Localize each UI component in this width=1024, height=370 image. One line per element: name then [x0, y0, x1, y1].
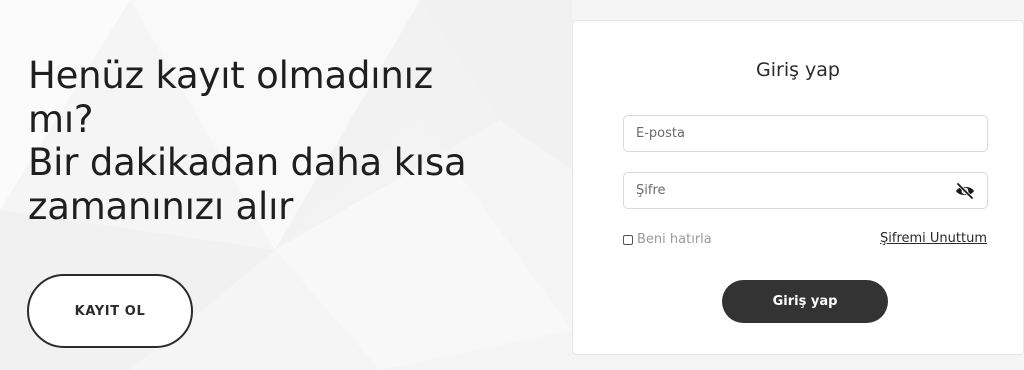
promo-heading: Henüz kayıt olmadınız mı? Bir dakikadan da… — [28, 54, 518, 228]
remember-me[interactable]: Beni hatırla — [623, 232, 712, 247]
login-submit-button[interactable]: Giriş yap — [722, 280, 888, 323]
password-field — [623, 172, 988, 209]
email-field — [623, 115, 988, 152]
login-title: Giriş yap — [756, 59, 840, 81]
page: Henüz kayıt olmadınız mı? Bir dakikadan da… — [0, 0, 1024, 370]
promo-section: Henüz kayıt olmadınız mı? Bir dakikadan da… — [28, 54, 548, 228]
promo-heading-line1: Henüz kayıt olmadınız — [28, 54, 433, 97]
remember-checkbox[interactable] — [623, 234, 633, 245]
register-button[interactable]: KAYIT OL — [27, 274, 193, 348]
promo-heading-line3: Bir dakikadan daha kısa — [28, 141, 467, 184]
remember-label: Beni hatırla — [637, 232, 712, 247]
email-input[interactable] — [624, 116, 987, 151]
promo-heading-line4: zamanınızı alır — [28, 184, 294, 228]
password-input[interactable] — [624, 173, 987, 208]
eye-slash-icon[interactable] — [955, 182, 975, 200]
login-card: Giriş yap Beni hatırla Şifremi Unuttum G… — [572, 20, 1024, 355]
forgot-password-link[interactable]: Şifremi Unuttum — [880, 231, 987, 246]
promo-heading-line2: mı? — [28, 97, 94, 141]
